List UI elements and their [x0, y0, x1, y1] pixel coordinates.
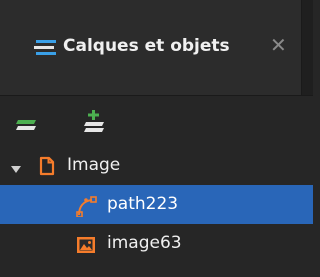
tab-title: Calques et objets — [63, 36, 230, 56]
tree-row-image63[interactable]: image63 — [0, 224, 313, 263]
tree-item-label: Image — [67, 155, 121, 175]
expand-arrow-icon[interactable] — [10, 160, 22, 179]
path-icon — [75, 195, 97, 218]
tree-item-label: path223 — [107, 194, 179, 214]
image-icon — [75, 234, 95, 254]
layer-tree: Image path223 image63 — [0, 146, 313, 263]
panel-tabbar: Calques et objets ✕ — [0, 0, 313, 96]
document-icon — [37, 156, 57, 176]
new-layer-button[interactable] — [10, 104, 44, 138]
add-sublayer-icon — [84, 110, 104, 132]
tree-row-image-layer[interactable]: Image — [0, 146, 313, 185]
tab-layers-and-objects[interactable]: Calques et objets ✕ — [0, 0, 302, 96]
new-layer-icon — [16, 120, 36, 130]
layers-icon — [34, 38, 58, 56]
close-icon[interactable]: ✕ — [270, 33, 287, 57]
tree-row-path223[interactable]: path223 — [0, 185, 313, 224]
layers-toolbar — [0, 96, 313, 146]
add-sublayer-button[interactable] — [76, 104, 110, 138]
tree-item-label: image63 — [107, 233, 182, 253]
